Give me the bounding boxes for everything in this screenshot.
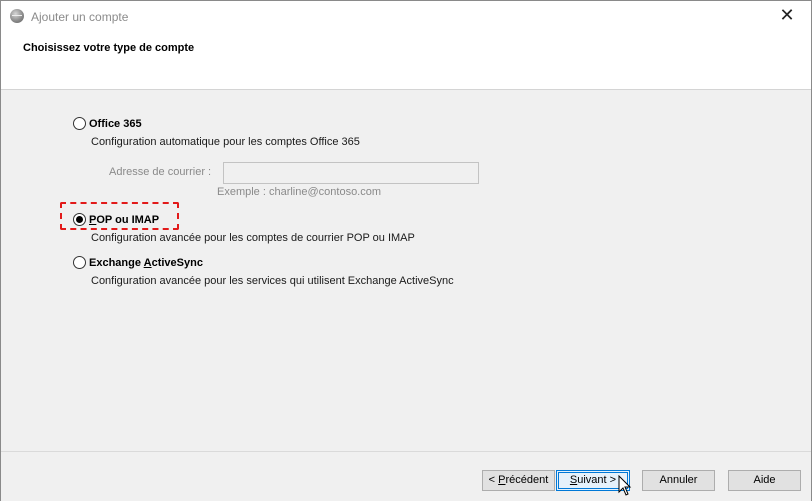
radio-office365-row[interactable]: Office 365 [73,117,142,130]
window-title: Ajouter un compte [31,10,129,24]
account-type-options: Office 365 Configuration automatique pou… [1,90,811,450]
radio-office365[interactable] [73,117,86,130]
radio-pop-imap-label: POP ou IMAP [89,213,160,226]
button-bar: < Précédent Suivant > Annuler Aide [1,451,811,501]
cancel-button[interactable]: Annuler [642,470,715,491]
email-field-label: Adresse de courrier : [109,166,212,178]
office365-description: Configuration automatique pour les compt… [91,136,360,148]
radio-exchange-row[interactable]: Exchange ActiveSync [73,256,203,269]
add-account-dialog: Ajouter un compte ✕ Choisissez votre typ… [0,0,812,501]
pop-imap-description: Configuration avancée pour les comptes d… [91,232,415,244]
dialog-header: Choisissez votre type de compte [1,33,811,90]
close-icon[interactable]: ✕ [777,5,797,25]
page-title: Choisissez votre type de compte [23,42,195,54]
radio-pop-imap[interactable] [73,213,86,226]
radio-pop-imap-row[interactable]: POP ou IMAP [73,213,159,226]
back-button[interactable]: < Précédent [482,470,555,491]
radio-office365-label: Office 365 [89,117,142,130]
radio-exchange-label: Exchange ActiveSync [89,256,203,269]
email-field[interactable] [223,162,479,184]
radio-exchange[interactable] [73,256,86,269]
mouse-pointer-icon [618,475,632,496]
outlook-globe-icon [10,9,24,23]
exchange-description: Configuration avancée pour les services … [91,275,454,287]
title-bar: Ajouter un compte ✕ [1,1,811,33]
help-button[interactable]: Aide [728,470,801,491]
email-example: Exemple : charline@contoso.com [217,186,382,198]
